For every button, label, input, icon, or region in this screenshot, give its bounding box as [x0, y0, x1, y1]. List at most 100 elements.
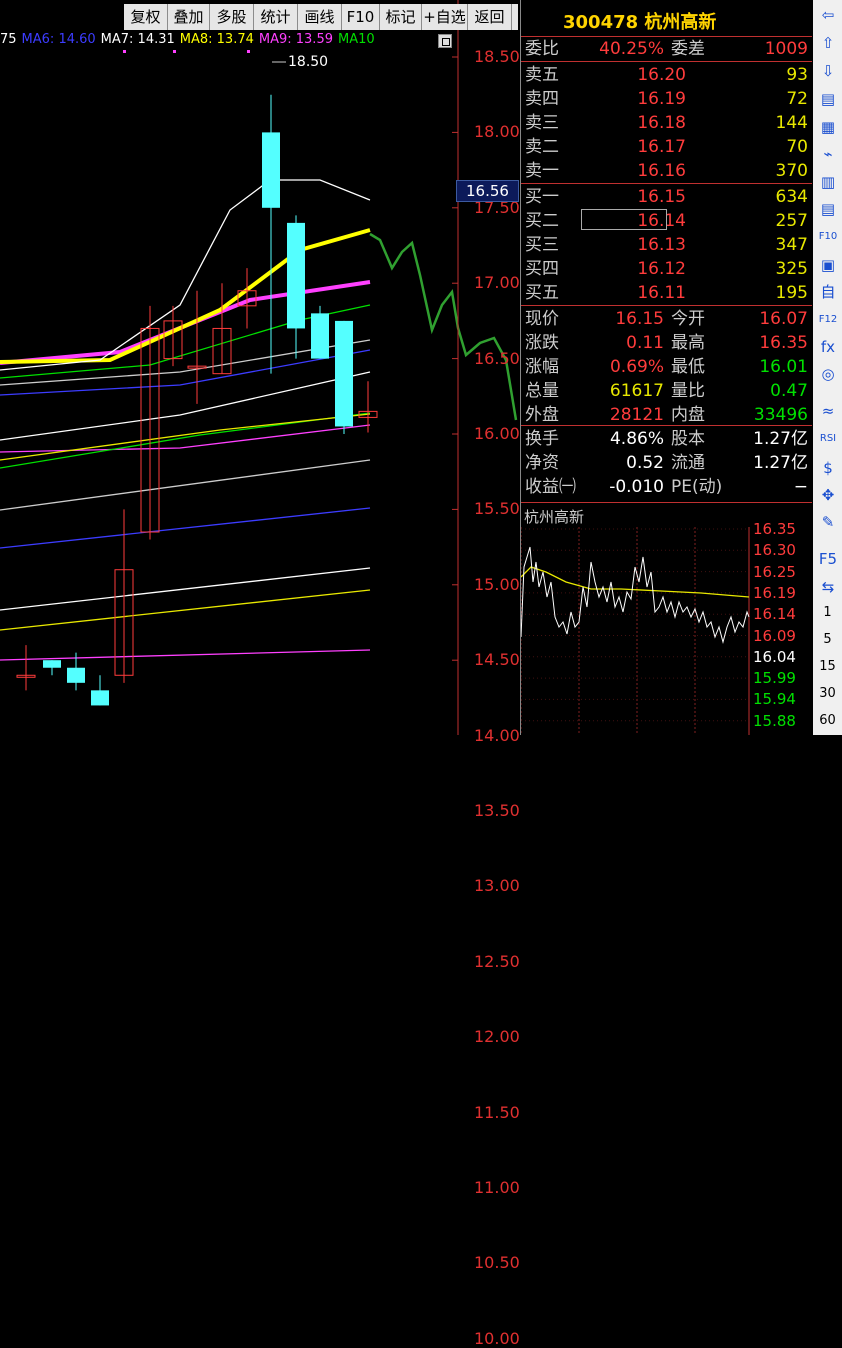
down-arrow-icon[interactable]: ⇩: [817, 60, 839, 82]
stat-row: 总量 61617 量比 0.47: [525, 379, 812, 403]
webi-value: 40.25%: [599, 39, 664, 59]
divider: [521, 502, 812, 503]
price-axis-label: 15.00: [474, 574, 520, 594]
self-select-icon[interactable]: 自: [817, 281, 839, 303]
toolbar-button-8[interactable]: 返回: [468, 4, 512, 30]
info-value: 1.27亿: [753, 453, 808, 473]
candle-body: [67, 667, 85, 683]
ask-row: 卖三 16.18 144: [525, 111, 812, 135]
bid-row: 买三 16.13 347: [525, 233, 812, 257]
ma-line: [0, 424, 371, 453]
formula-icon[interactable]: fx: [817, 336, 839, 358]
ask-volume: 370: [775, 161, 808, 181]
stat-row: 涨幅 0.69% 最低 16.01: [525, 355, 812, 379]
ma-line: [0, 459, 371, 511]
stat-label: 外盘: [525, 405, 559, 425]
line-chart-icon[interactable]: ⌁: [817, 143, 839, 165]
period-button-5[interactable]: 5: [813, 632, 842, 647]
divider: [521, 61, 812, 62]
mini-axis-label: 16.35: [753, 520, 796, 538]
report-icon[interactable]: ▤: [817, 88, 839, 110]
price-axis-label: 17.00: [474, 273, 520, 293]
ask-price: 16.19: [637, 89, 686, 109]
mini-axis-label: 15.99: [753, 669, 796, 688]
info-row: 换手 4.86% 股本 1.27亿: [525, 427, 812, 451]
stat-label: 涨幅: [525, 357, 559, 377]
price-axis-label: 14.00: [474, 725, 520, 745]
candle-body: [311, 313, 329, 359]
mini-axis-label: 16.14: [753, 605, 796, 624]
pencil-icon[interactable]: ✎: [817, 511, 839, 533]
candle-chart-icon[interactable]: ▥: [817, 171, 839, 193]
legend-settings-icon[interactable]: [438, 34, 452, 48]
ma-legend-item: 75: [0, 32, 17, 47]
toolbar-button-3[interactable]: 统计: [254, 4, 298, 30]
ma-line: [0, 589, 371, 631]
ma-line: [0, 371, 371, 441]
ma-legend-item: MA7: 14.31: [100, 32, 175, 47]
candle-body: [91, 690, 109, 706]
weicha-value: 1009: [764, 39, 808, 59]
period-button-30[interactable]: 30: [813, 686, 842, 701]
f10-icon[interactable]: F10: [817, 226, 839, 248]
stat-row: 涨跌 0.11 最高 16.35: [525, 331, 812, 355]
price-axis-label: 13.00: [474, 876, 520, 896]
stock-title: 300478 杭州高新: [521, 0, 812, 37]
divider: [521, 183, 812, 184]
candle-body: [262, 132, 280, 208]
export-icon[interactable]: ⇆: [817, 576, 839, 598]
forecast-line: [369, 232, 518, 421]
toolbar-button-0[interactable]: 复权: [124, 4, 168, 30]
f12-icon[interactable]: F12: [817, 309, 839, 331]
back-arrow-icon[interactable]: ⇦: [817, 4, 839, 26]
dollar-icon[interactable]: $: [817, 457, 839, 479]
mini-axis-label: 15.88: [753, 711, 796, 730]
kline-chart[interactable]: [0, 0, 520, 735]
ask-row: 卖五 16.20 93: [525, 63, 812, 87]
period-button-1[interactable]: 1: [813, 605, 842, 620]
mini-chart-title: 杭州高新: [524, 508, 585, 526]
refresh-icon[interactable]: ◎: [817, 363, 839, 385]
toolbar-button-5[interactable]: F10: [342, 4, 380, 30]
selected-price-box[interactable]: [581, 209, 667, 230]
info-value: 0.52: [626, 453, 664, 473]
divider: [521, 425, 812, 426]
stat-row: 外盘 28121 内盘 33496: [525, 403, 812, 427]
up-arrow-icon[interactable]: ⇧: [817, 32, 839, 54]
toolbar-button-2[interactable]: 多股: [210, 4, 254, 30]
period-button-60[interactable]: 60: [813, 713, 842, 728]
toolbar-button-7[interactable]: +自选: [422, 4, 468, 30]
bid-label: 买五: [525, 283, 559, 303]
forecast-path: [369, 232, 518, 421]
period-button-15[interactable]: 15: [813, 659, 842, 674]
toolbar-button-4[interactable]: 画线: [298, 4, 342, 30]
ma-line: [0, 412, 371, 469]
news-icon[interactable]: ▤: [817, 198, 839, 220]
divider: [521, 305, 812, 306]
bid-volume: 634: [775, 187, 808, 207]
f5-icon[interactable]: F5: [817, 548, 839, 570]
mini-axis-label: 16.09: [753, 626, 796, 645]
grid-icon[interactable]: ▦: [817, 116, 839, 138]
ask-row: 卖二 16.17 70: [525, 135, 812, 159]
rsi-icon[interactable]: RSI: [817, 428, 839, 450]
info-row: 净资 0.52 流通 1.27亿: [525, 451, 812, 475]
ma-line: [0, 649, 371, 661]
stat-value: 0.11: [626, 333, 664, 353]
price-axis-label: 10.50: [474, 1253, 520, 1273]
webi-row: 委比 40.25% 委差 1009: [525, 37, 812, 61]
ask-label: 卖一: [525, 161, 559, 181]
ma-legend: 75 MA6: 14.60 MA7: 14.31 MA8: 13.74 MA9: 13.…: [0, 32, 380, 52]
ask-price: 16.20: [637, 65, 686, 85]
mini-avg-line: [521, 566, 750, 598]
price-axis-label: 14.50: [474, 650, 520, 670]
price-axis-label: 11.50: [474, 1102, 520, 1122]
indicator-icon[interactable]: ≈: [817, 400, 839, 422]
move-icon[interactable]: ✥: [817, 484, 839, 506]
notes-icon[interactable]: ▣: [817, 254, 839, 276]
toolbar-button-1[interactable]: 叠加: [168, 4, 210, 30]
info-label: 股本: [671, 429, 705, 449]
toolbar-button-6[interactable]: 标记: [380, 4, 422, 30]
ask-price: 16.17: [637, 137, 686, 157]
bid-label: 买三: [525, 235, 559, 255]
